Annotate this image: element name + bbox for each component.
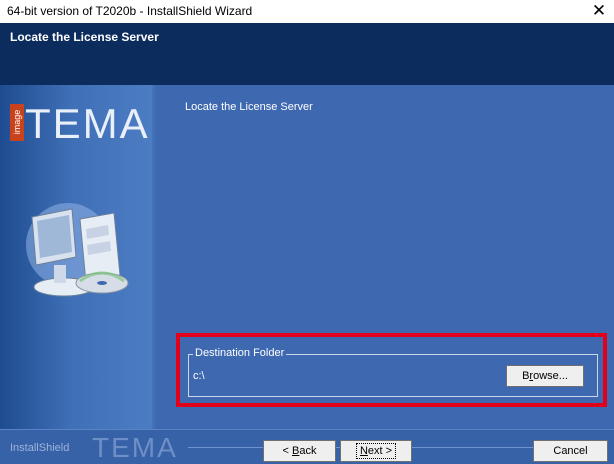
footer-logo-text: TEMA bbox=[92, 432, 178, 463]
title-bar: 64-bit version of T2020b - InstallShield… bbox=[0, 0, 614, 24]
destination-folder-legend: Destination Folder bbox=[193, 347, 287, 359]
sidebar-banner: image TEMA bbox=[0, 85, 158, 429]
header-title: Locate the License Server bbox=[10, 30, 159, 44]
browse-button[interactable]: Browse... bbox=[506, 365, 584, 387]
logo-text: TEMA bbox=[25, 100, 150, 147]
tema-logo: image TEMA bbox=[10, 100, 150, 147]
destination-folder-group: Destination Folder c:\ Browse... bbox=[188, 347, 598, 397]
cancel-button[interactable]: Cancel bbox=[533, 440, 608, 462]
highlight-box: Destination Folder c:\ Browse... bbox=[176, 333, 607, 407]
content-heading: Locate the License Server bbox=[185, 101, 313, 113]
wizard-footer: InstallShield TEMA < Back Next > Cancel bbox=[0, 429, 614, 464]
close-icon[interactable]: ✕ bbox=[584, 0, 614, 23]
installshield-brand: InstallShield bbox=[10, 442, 70, 454]
logo-badge-text: image bbox=[12, 109, 22, 135]
back-button[interactable]: < Back bbox=[263, 440, 336, 462]
wizard-header: Locate the License Server bbox=[0, 23, 614, 85]
window-title: 64-bit version of T2020b - InstallShield… bbox=[7, 4, 253, 18]
computer-cd-icon bbox=[26, 203, 129, 297]
destination-path: c:\ bbox=[193, 370, 205, 382]
next-button[interactable]: Next > bbox=[340, 440, 412, 462]
logo-badge: image bbox=[10, 104, 24, 141]
main-content: Locate the License Server Destination Fo… bbox=[158, 85, 614, 429]
